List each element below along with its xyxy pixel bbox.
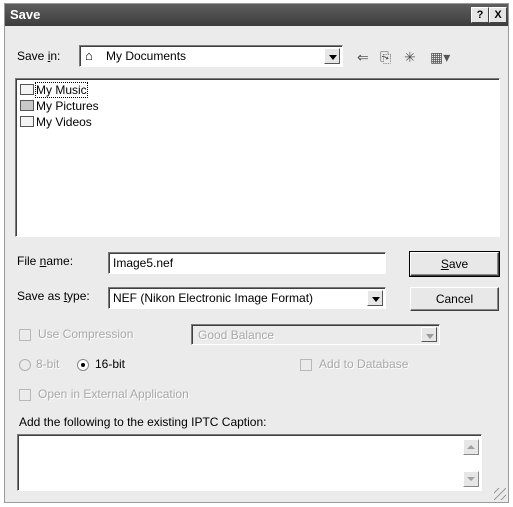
save-button[interactable]: Save [409, 251, 500, 277]
open-external-label: Open in External Application [38, 387, 189, 401]
help-button[interactable]: ? [471, 7, 489, 23]
list-item-my-pictures[interactable]: My Pictures [20, 98, 99, 114]
radio-8-bit[interactable] [19, 359, 31, 371]
chevron-down-icon[interactable] [367, 290, 383, 306]
views-menu-icon[interactable]: ▦▾ [430, 49, 450, 65]
open-external-checkbox[interactable] [19, 389, 31, 401]
dialog-title: Save [10, 7, 41, 22]
title-bar: Save ? X [5, 4, 508, 26]
folder-icon [20, 116, 34, 127]
list-item-my-videos[interactable]: My Videos [20, 114, 92, 130]
folder-pictures-icon [20, 100, 34, 111]
save-in-label: Save in: [17, 49, 61, 63]
radio-16-bit-label: 16-bit [95, 357, 126, 371]
iptc-caption-label: Add the following to the existing IPTC C… [19, 415, 267, 429]
save-as-type-value: NEF (Nikon Electronic Image Format) [113, 291, 314, 305]
radio-8-bit-label: 8-bit [36, 357, 60, 371]
save-in-dropdown[interactable]: ⌂ My Documents [79, 45, 343, 67]
save-in-value: My Documents [106, 49, 187, 63]
back-icon[interactable]: ⇐ [357, 49, 369, 65]
radio-16-bit[interactable] [77, 359, 89, 371]
list-item-my-music[interactable]: My Music [20, 82, 88, 98]
scroll-down-icon[interactable] [463, 471, 479, 487]
file-name-input[interactable]: Image5.nef [108, 252, 386, 274]
new-folder-icon[interactable]: ✳ [404, 49, 416, 65]
resize-grip[interactable] [494, 488, 506, 500]
my-documents-icon: ⌂ [85, 48, 93, 63]
use-compression-label: Use Compression [38, 327, 134, 341]
cancel-button[interactable]: Cancel [410, 287, 499, 311]
file-name-label: File name: [17, 254, 74, 268]
save-dialog: Save ? X Save in: ⌂ My Documents ⇐ ⎘ ✳ ▦… [4, 3, 509, 503]
compression-value: Good Balance [198, 328, 275, 342]
chevron-down-icon[interactable] [324, 48, 340, 64]
folder-icon [20, 84, 34, 95]
add-to-database-checkbox[interactable] [300, 359, 312, 371]
save-as-type-dropdown[interactable]: NEF (Nikon Electronic Image Format) [108, 287, 386, 309]
scroll-up-icon[interactable] [463, 439, 479, 455]
up-folder-icon[interactable]: ⎘ [380, 49, 391, 65]
use-compression-checkbox[interactable] [19, 329, 31, 341]
compression-dropdown[interactable]: Good Balance [191, 324, 440, 345]
add-to-database-label: Add to Database [319, 357, 409, 371]
iptc-caption-textarea[interactable] [17, 434, 482, 491]
close-button[interactable]: X [489, 7, 507, 23]
chevron-down-icon[interactable] [421, 327, 437, 342]
file-name-value: Image5.nef [113, 256, 174, 270]
save-as-type-label: Save as type: [17, 289, 90, 303]
file-list[interactable]: My Music My Pictures My Videos [15, 78, 500, 237]
